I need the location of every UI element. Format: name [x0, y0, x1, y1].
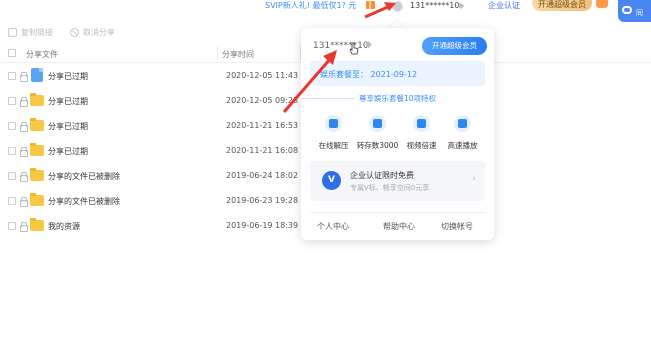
file-name[interactable]: 分享的文件已被删除 [48, 196, 120, 207]
file-name[interactable]: 分享已过期 [48, 146, 88, 157]
folder-icon [30, 93, 44, 106]
switch-account-link[interactable]: 切换帐号 [441, 221, 473, 232]
lock-icon [20, 172, 28, 182]
sync-widget-label: 同 [636, 9, 643, 17]
feature-online-unzip[interactable]: 在线解压 [313, 115, 353, 155]
share-time: 2020-11-21 16:08 [226, 146, 299, 155]
divider [301, 98, 341, 99]
row-checkbox[interactable] [8, 197, 16, 205]
privilege-heading: 尊享娱乐套餐10项特权 [301, 93, 494, 105]
row-checkbox[interactable] [8, 172, 16, 180]
cancel-share-button[interactable]: 取消分享 [70, 27, 115, 38]
toolbar: 复制链接 取消分享 [0, 22, 300, 42]
share-time: 2020-11-21 16:53 [226, 121, 299, 130]
folder-icon [30, 193, 44, 206]
file-name[interactable]: 分享的文件已被删除 [48, 171, 120, 182]
top-bar: SVIP新人礼! 最低仅1? 元 131******10 ◆ 企业认证 开通超级… [0, 0, 651, 22]
share-time: 2019-06-19 18:39 [226, 221, 299, 230]
share-time: 2020-12-05 09:28 [226, 96, 299, 105]
lock-icon [20, 97, 28, 107]
file-name[interactable]: 分享已过期 [48, 71, 88, 82]
lock-icon [20, 122, 28, 132]
cancel-share-label: 取消分享 [83, 28, 115, 37]
link-icon [8, 28, 17, 37]
copy-link-button[interactable]: 复制链接 [8, 27, 53, 38]
diamond-icon: ◆ [458, 1, 465, 10]
share-time: 2019-06-24 18:02 [226, 171, 299, 180]
divider [310, 212, 485, 213]
column-header-time[interactable]: 分享时间 [222, 49, 254, 60]
personal-center-link[interactable]: 个人中心 [317, 221, 349, 232]
column-header-name[interactable]: 分享文件 [26, 49, 58, 60]
lock-icon [20, 222, 28, 232]
v-badge-icon: V [322, 171, 341, 190]
row-checkbox[interactable] [8, 97, 16, 105]
cursor-icon [349, 42, 359, 55]
row-checkbox[interactable] [8, 222, 16, 230]
open-svip-button[interactable]: 开通超级会员 [532, 0, 592, 11]
file-name[interactable]: 分享已过期 [48, 121, 88, 132]
lock-icon [20, 72, 28, 82]
notification-icon[interactable] [596, 0, 608, 8]
share-time: 2019-06-23 19:28 [226, 196, 299, 205]
enterprise-auth-card[interactable]: V 企业认证限时免费 专属V标、畅享空间0元享 › [310, 161, 485, 201]
enterprise-auth-link[interactable]: 企业认证 [488, 0, 520, 11]
avatar[interactable] [392, 1, 403, 12]
select-all-checkbox[interactable] [8, 49, 16, 57]
popup-username: 131******10 [313, 41, 369, 51]
help-center-link[interactable]: 帮助中心 [383, 221, 415, 232]
svip-promo-link[interactable]: SVIP新人礼! 最低仅1? 元 [265, 0, 356, 11]
gift-icon[interactable] [366, 1, 375, 9]
diamond-icon: ◆ [365, 40, 372, 50]
play-icon [454, 115, 471, 132]
doc-icon [31, 68, 43, 82]
enterprise-title: 企业认证限时免费 [350, 171, 414, 180]
share-time: 2020-12-05 11:43 [226, 71, 299, 80]
folder-icon [30, 168, 44, 181]
video-speed-icon [413, 115, 430, 132]
row-checkbox[interactable] [8, 72, 16, 80]
feature-label: 高速播放 [447, 141, 478, 150]
folder-icon [30, 143, 44, 156]
folder-icon [30, 218, 44, 231]
column-divider[interactable] [217, 46, 218, 60]
transfer-icon [369, 115, 386, 132]
cloud-icon [622, 6, 632, 14]
lock-icon [20, 147, 28, 157]
file-name[interactable]: 分享已过期 [48, 96, 88, 107]
chevron-right-icon: › [472, 174, 476, 184]
lock-icon [20, 197, 28, 207]
row-checkbox[interactable] [8, 147, 16, 155]
folder-icon [30, 118, 44, 131]
membership-banner[interactable]: 娱乐套餐至： 2021-09-12 [310, 61, 485, 86]
enterprise-subtitle: 专属V标、畅享空间0元享 [350, 184, 430, 192]
cancel-icon [70, 28, 79, 37]
username-label[interactable]: 131******10 [410, 0, 459, 11]
membership-expiry: 娱乐套餐至： 2021-09-12 [320, 70, 418, 79]
row-checkbox[interactable] [8, 122, 16, 130]
file-name[interactable]: 我的资源 [48, 221, 80, 232]
user-popup: 131******10 ◆ 开通超级会员 娱乐套餐至： 2021-09-12 尊… [301, 28, 494, 240]
cloud-unzip-icon [325, 115, 342, 132]
copy-link-label: 复制链接 [21, 28, 53, 37]
popup-open-svip-button[interactable]: 开通超级会员 [422, 37, 487, 55]
sync-widget[interactable]: 同 [618, 0, 651, 22]
feature-hd-play[interactable]: 高速播放 [442, 115, 482, 155]
feature-transfer-count[interactable]: 转存数3000 [357, 115, 398, 155]
